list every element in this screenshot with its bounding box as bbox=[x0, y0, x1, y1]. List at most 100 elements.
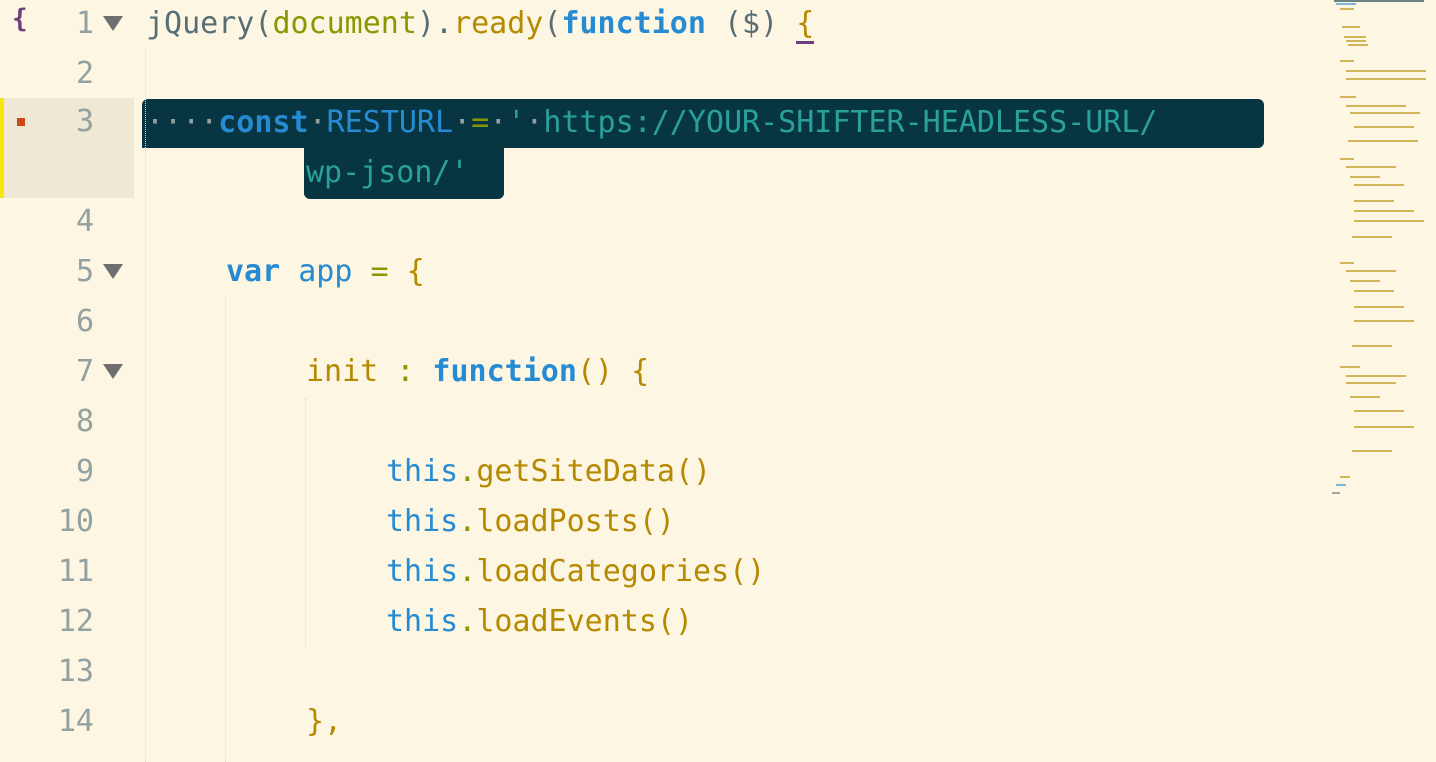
minimap-line bbox=[1346, 105, 1406, 107]
code-token: wp-json/' bbox=[306, 155, 469, 190]
minimap-line bbox=[1354, 200, 1394, 202]
code-line-8[interactable]: 8 bbox=[0, 398, 1320, 448]
minimap-line bbox=[1340, 262, 1354, 264]
minimap-line bbox=[1354, 184, 1404, 186]
code-token: function bbox=[414, 354, 577, 389]
code-line-12[interactable]: 12 this.loadEvents() bbox=[0, 598, 1320, 648]
indent-guide bbox=[225, 298, 226, 762]
code-token: loadPosts() bbox=[476, 504, 675, 539]
code-text: this.loadEvents() bbox=[386, 604, 693, 639]
minimap-line bbox=[1354, 426, 1414, 428]
minimap-line bbox=[1354, 410, 1404, 412]
matched-brace: { bbox=[796, 6, 815, 44]
code-token: https://YOUR-SHIFTER-HEADLESS-URL/ bbox=[543, 105, 1158, 140]
minimap-line bbox=[1346, 78, 1426, 80]
minimap-line bbox=[1350, 176, 1380, 178]
minimap-line bbox=[1332, 492, 1340, 494]
minimap-line bbox=[1336, 484, 1346, 486]
code-text: this.getSiteData() bbox=[386, 454, 711, 489]
code-text-wrapped: wp-json/' bbox=[306, 155, 469, 190]
minimap-line bbox=[1340, 60, 1354, 62]
code-text: jQuery(document).ready(function ($) { bbox=[146, 6, 815, 44]
code-line-9[interactable]: 9 this.getSiteData() bbox=[0, 448, 1320, 498]
minimap-line bbox=[1350, 112, 1420, 114]
code-token: · bbox=[489, 105, 508, 140]
minimap-line bbox=[1334, 0, 1424, 2]
code-token: . bbox=[458, 504, 477, 539]
code-token: · bbox=[525, 105, 544, 140]
code-token: ( bbox=[543, 6, 562, 41]
minimap-line bbox=[1340, 476, 1350, 478]
code-token: this bbox=[386, 554, 459, 589]
code-line-4[interactable]: 4 bbox=[0, 198, 1320, 248]
code-token: . bbox=[458, 604, 477, 639]
minimap-line bbox=[1354, 126, 1414, 128]
code-line-1[interactable]: { 1 jQuery(document).ready(function ($) … bbox=[0, 0, 1320, 50]
line-number: 1 bbox=[75, 6, 94, 41]
line-number: 13 bbox=[57, 654, 94, 689]
minimap-line bbox=[1340, 96, 1356, 98]
minimap-line bbox=[1354, 320, 1414, 322]
code-token: function bbox=[561, 6, 706, 41]
minimap[interactable] bbox=[1330, 0, 1430, 500]
minimap-line bbox=[1354, 210, 1414, 212]
fold-triangle-icon[interactable] bbox=[103, 364, 123, 379]
minimap-line bbox=[1346, 270, 1396, 272]
code-token: = bbox=[471, 105, 490, 140]
fold-triangle-icon[interactable] bbox=[103, 264, 123, 279]
code-text: init : function() { bbox=[306, 354, 649, 389]
code-token: ). bbox=[416, 6, 454, 41]
code-token: : bbox=[396, 354, 415, 389]
minimap-line bbox=[1346, 375, 1406, 377]
minimap-line bbox=[1348, 44, 1368, 46]
code-token: RESTURL bbox=[326, 105, 454, 140]
minimap-line bbox=[1354, 220, 1424, 222]
code-token: · bbox=[308, 105, 327, 140]
code-token: loadCategories() bbox=[476, 554, 766, 589]
fold-triangle-icon[interactable] bbox=[103, 16, 123, 31]
code-token: this bbox=[386, 454, 459, 489]
line-number: 8 bbox=[75, 404, 94, 439]
code-line-14[interactable]: 14 }, bbox=[0, 698, 1320, 748]
code-line-13[interactable]: 13 bbox=[0, 648, 1320, 698]
line-number: 3 bbox=[75, 104, 94, 139]
code-token: ' bbox=[507, 105, 526, 140]
minimap-line bbox=[1354, 306, 1404, 308]
code-token: . bbox=[458, 554, 477, 589]
code-line-5[interactable]: 5 var app = { bbox=[0, 248, 1320, 298]
minimap-line bbox=[1346, 166, 1396, 168]
code-line-6[interactable]: 6 bbox=[0, 298, 1320, 348]
minimap-line bbox=[1340, 158, 1354, 160]
code-token: document bbox=[272, 6, 417, 41]
minimap-line bbox=[1352, 450, 1392, 452]
code-token: ···· bbox=[146, 105, 219, 140]
minimap-line bbox=[1344, 36, 1366, 38]
code-token: · bbox=[453, 105, 472, 140]
code-text: var app = { bbox=[226, 254, 425, 289]
code-line-2[interactable]: 2 bbox=[0, 50, 1320, 100]
code-token: . bbox=[458, 454, 477, 489]
code-text: this.loadPosts() bbox=[386, 504, 675, 539]
code-token: this bbox=[386, 504, 459, 539]
minimap-line bbox=[1350, 280, 1380, 282]
code-token: jQuery( bbox=[146, 6, 273, 41]
line-number: 6 bbox=[75, 304, 94, 339]
minimap-line bbox=[1346, 382, 1396, 384]
code-line-7[interactable]: 7 init : function() { bbox=[0, 348, 1320, 398]
minimap-line bbox=[1350, 396, 1380, 398]
line-number: 14 bbox=[57, 704, 94, 739]
code-token: const bbox=[218, 105, 309, 140]
minimap-line bbox=[1346, 40, 1366, 42]
indent-guide bbox=[305, 398, 306, 648]
code-line-11[interactable]: 11 this.loadCategories() bbox=[0, 548, 1320, 598]
code-editor[interactable]: { 1 jQuery(document).ready(function ($) … bbox=[0, 0, 1436, 762]
indent-guide bbox=[145, 50, 146, 762]
minimap-line bbox=[1348, 140, 1418, 142]
code-token: }, bbox=[306, 704, 343, 739]
line-number: 10 bbox=[57, 504, 94, 539]
code-text: ····const·RESTURL·=·'·https://YOUR-SHIFT… bbox=[146, 105, 1157, 140]
code-token: this bbox=[386, 604, 459, 639]
code-line-10[interactable]: 10 this.loadPosts() bbox=[0, 498, 1320, 548]
code-line-3[interactable]: 3 ····const·RESTURL·=·'·https://YOUR-SHI… bbox=[0, 98, 1320, 199]
minimap-line bbox=[1340, 366, 1360, 368]
